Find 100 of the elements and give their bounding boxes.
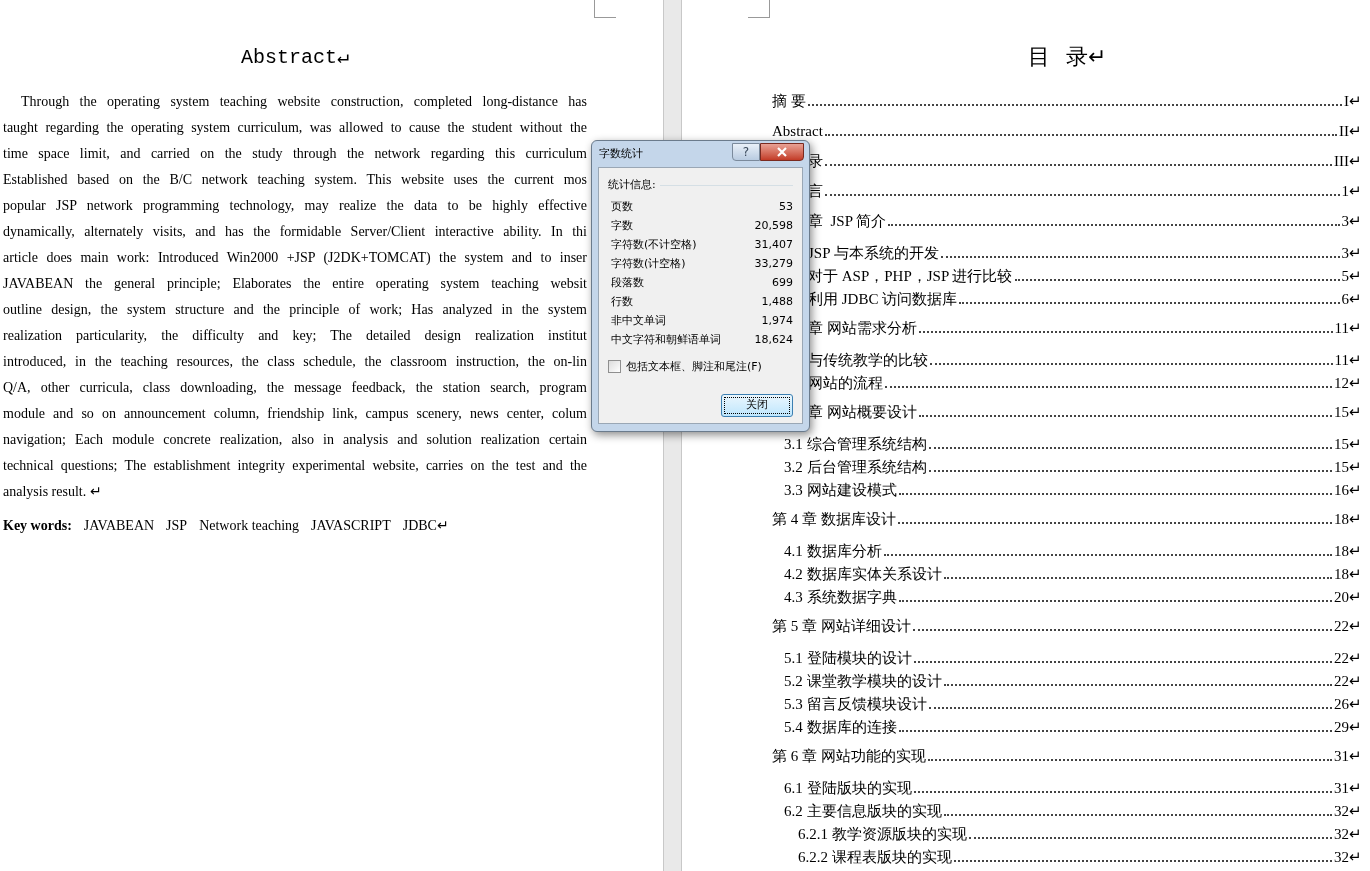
keyword: JAVASCRIPT [311,516,391,535]
toc-page-number: I↵ [1344,92,1362,111]
stat-value: 699 [772,274,793,291]
toc-page-number: II↵ [1339,122,1362,141]
paragraph-line: popular JSP network programming technology, may realize the data to be highly effective [3,197,587,215]
toc-entry-title: 第 6 章 网站功能的实现 [772,747,926,766]
paragraph-line: Established based on the B/C network teaching system. This website uses the current mos [3,171,587,189]
keyword: Network teaching [199,516,300,535]
page-title: 目 录↵ [1027,42,1107,71]
paragraph-line: introduced, in the teaching resources, the class schedule, the classroom instruction, the on-lin [3,353,587,371]
toc-page-number: 5↵ [1341,267,1362,286]
toc-page-number: 18↵ [1334,510,1362,529]
paragraph-line: technical questions; The establishment integrity experimental website, carries on the test and the [3,457,587,475]
toc-entry-title: 第 4 章 数据库设计 [772,510,896,529]
toc-page-number: 31↵ [1334,779,1362,798]
toc-entry-title: 5.2 课堂教学模块的设计 [784,672,942,691]
toc-page-number: 15↵ [1334,435,1362,454]
toc-entry-title: 6.1 登陆版块的实现 [784,779,912,798]
toc-page-number: 22↵ [1334,672,1362,691]
toc-entry-title: 4.3 系统数据字典 [784,588,897,607]
paragraph-line: JAVABEAN the general principle; Elaborates the entire operating system teaching websit [3,275,587,293]
paragraph-line: analysis result. ↵ [3,483,103,501]
paragraph-line: time space limit, and carried on the study through the network regarding this curriculum [3,145,587,163]
paragraph-line: realization particularity, the difficulty and key; The detailed design realization institut [3,327,587,345]
toc-entry-title: 3.1 综合管理系统结构 [784,435,927,454]
toc-page-number: 3↵ [1341,244,1362,263]
stat-value: 1,488 [761,293,793,310]
paragraph-line: module and so on announcement column, friendship link, campus scenery, news center, colum [3,405,587,423]
toc-entry-title: 6.2.2 课程表版块的实现 [798,848,952,867]
checkbox[interactable] [608,360,621,374]
stat-value: 53 [779,198,793,215]
paragraph-line: Q/A, other curricula, class downloading, the message feedback, the station search, program [3,379,587,397]
stat-label: 段落数 [611,274,644,291]
toc-page-number: III↵ [1334,152,1362,171]
toc-page-number: 22↵ [1334,649,1362,668]
toc-entry-title: 6.2 主要信息版块的实现 [784,802,942,821]
paragraph-line: Through the operating system teaching website construction, completed long-distance has [20,93,587,111]
toc-page-number: 6↵ [1341,290,1362,309]
toc-entry-title: 5.3 留言反馈模块设计 [784,695,927,714]
toc-entry-title: 第 5 章 网站详细设计 [772,617,911,636]
stat-label: 字符数(计空格) [611,255,686,272]
page-title: Abstract↵ [240,45,350,71]
stat-value: 1,974 [761,312,793,329]
toc-page-number: 15↵ [1334,458,1362,477]
stat-label: 字数 [611,217,633,234]
stat-label: 字符数(不计空格) [611,236,697,253]
toc-entry-title: 对于 ASP，PHP，JSP 进行比较 [808,267,1013,286]
stat-value: 31,407 [754,236,793,253]
toc-entry-title: 4.2 数据库实体关系设计 [784,565,942,584]
toc-entry-title: 3.2 后台管理系统结构 [784,458,927,477]
toc-entry-title: 章 网站概要设计 [808,403,917,422]
margin-mark [594,0,616,18]
toc-page-number: 32↵ [1334,848,1362,867]
toc-entry-title: 3.3 网站建设模式 [784,481,897,500]
toc-entry-title: JSP 与本系统的开发 [808,244,939,263]
toc-page-number: 22↵ [1334,617,1362,636]
stat-value: 18,624 [754,331,793,348]
toc-page-number: 18↵ [1334,542,1362,561]
toc-page-number: 3↵ [1341,212,1362,231]
stat-value: 33,279 [754,255,793,272]
toc-page-number: 20↵ [1334,588,1362,607]
paragraph-line: navigation; Each module concrete realization, also in analysis and solution realization certain [3,431,587,449]
toc-entry-title: 摘 要 [772,92,806,111]
toc-page-number: 29↵ [1334,718,1362,737]
toc-page-number: 18↵ [1334,565,1362,584]
toc-page-number: 16↵ [1334,481,1362,500]
toc-entry-title: 章 JSP 简介 [808,212,887,231]
toc-entry-title: 章 网站需求分析 [808,319,917,338]
toc-page-number: 31↵ [1334,747,1362,766]
group-label: 统计信息: [608,177,656,193]
paragraph-line: taught regarding the operating system curriculum, was allowed to cause the student without the [3,119,587,137]
keyword: JAVABEAN [83,516,155,535]
stat-label: 非中文单词 [611,312,666,329]
stat-value: 20,598 [754,217,793,234]
toc-page-number: 11↵ [1334,319,1362,338]
toc-page-number: 32↵ [1334,802,1362,821]
toc-entry-title: 5.4 数据库的连接 [784,718,897,737]
toc-entry-title: 与传统教学的比较 [808,351,928,370]
toc-entry-title: Abstract [772,122,823,141]
toc-entry-title: 言 [808,182,823,201]
paragraph-line: outline design, the system structure and the principle of work; Has analyzed in the system [3,301,587,319]
margin-mark [748,0,770,18]
toc-page-number: 26↵ [1334,695,1362,714]
paragraph-line: dynamically, alternately visits, and has the formidable Server/Client interactive ability. In thi [3,223,587,241]
close-dialog-button[interactable]: 关闭 [721,394,793,417]
keyword: JDBC↵ [402,516,449,535]
dialog-title: 字数统计 [599,145,643,162]
toc-page-number: 15↵ [1334,403,1362,422]
close-button[interactable] [760,142,804,161]
toc-entry-title: 5.1 登陆模块的设计 [784,649,912,668]
keyword: JSP [166,516,188,535]
toc-page-number: 1↵ [1341,182,1362,201]
toc-page-number: 11↵ [1334,351,1362,370]
toc-page-number: 32↵ [1334,825,1362,844]
toc-entry-title: 6.2.1 教学资源版块的实现 [798,825,967,844]
toc-page-number: 12↵ [1334,374,1362,393]
stat-label: 页数 [611,198,633,215]
toc-entry-title: 4.1 数据库分析 [784,542,882,561]
help-button[interactable]: ? [732,142,760,161]
stat-label: 中文字符和朝鲜语单词 [611,331,721,348]
